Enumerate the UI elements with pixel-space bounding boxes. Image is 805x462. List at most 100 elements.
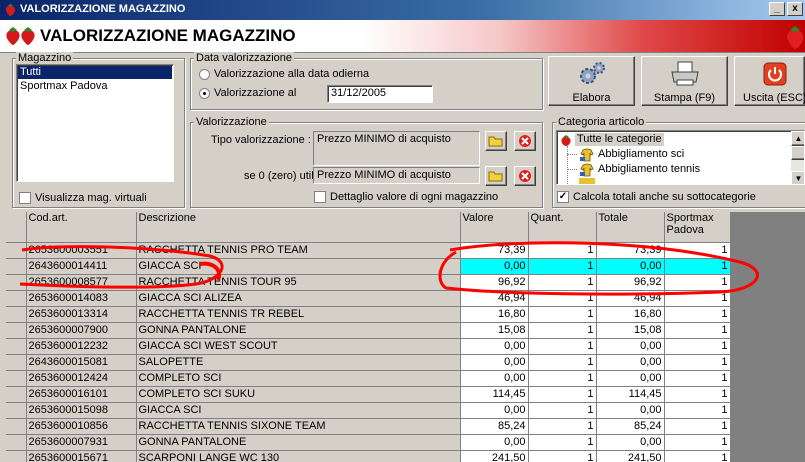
radio-data-odierna[interactable] (199, 69, 210, 80)
column-header-quant[interactable]: Quant. (528, 212, 597, 243)
table-row[interactable]: 2653600016101 COMPLETO SCI SUKU 114,45 1 114… (6, 386, 731, 403)
categoria-tree[interactable]: Tutte le categorie Abbigliamento sci Abb… (556, 130, 805, 185)
cell-sportmax-padova[interactable]: 1 (664, 322, 731, 339)
dettaglio-magazzino-checkbox[interactable] (314, 191, 326, 203)
cell-totale[interactable]: 0,00 (596, 354, 665, 371)
tipo-valorizzazione-field[interactable]: Prezzo MINIMO di acquisto (313, 131, 480, 166)
column-header-codart[interactable]: Cod.art. (26, 212, 137, 243)
cell-descrizione[interactable]: GIACCA SCI WEST SCOUT (136, 338, 461, 355)
table-row[interactable]: 2653600012424 COMPLETO SCI 0,00 1 0,00 1 (6, 370, 731, 387)
cell-totale[interactable]: 0,00 (596, 258, 665, 275)
cell-totale[interactable]: 16,80 (596, 306, 665, 323)
cell-totale[interactable]: 0,00 (596, 338, 665, 355)
table-row[interactable]: 2653600014083 GIACCA SCI ALIZEA 46,94 1 46,9… (6, 290, 731, 307)
cell-valore[interactable]: 85,24 (460, 418, 529, 435)
row-indicator[interactable] (6, 338, 27, 355)
zero-clear-button[interactable] (514, 166, 536, 186)
cell-sportmax-padova[interactable]: 1 (664, 258, 731, 275)
cell-sportmax-padova[interactable]: 1 (664, 450, 731, 462)
cell-codart[interactable]: 2653600016101 (26, 386, 137, 403)
magazzino-item-tutti[interactable]: Tutti (18, 66, 172, 79)
cell-codart[interactable]: 2653600013314 (26, 306, 137, 323)
cell-sportmax-padova[interactable]: 1 (664, 354, 731, 371)
cell-descrizione[interactable]: RACCHETTA TENNIS TR REBEL (136, 306, 461, 323)
row-indicator[interactable] (6, 290, 27, 307)
row-indicator[interactable] (6, 402, 27, 419)
cell-quant[interactable]: 1 (528, 322, 597, 339)
cell-totale[interactable]: 0,00 (596, 402, 665, 419)
row-indicator[interactable] (6, 354, 27, 371)
articles-grid[interactable]: Cod.art. Descrizione Valore Quant. Total… (6, 212, 805, 462)
cell-descrizione[interactable]: SALOPETTE (136, 354, 461, 371)
tipo-clear-button[interactable] (514, 131, 536, 151)
cell-sportmax-padova[interactable]: 1 (664, 306, 731, 323)
cell-descrizione[interactable]: GIACCA SCI (136, 258, 461, 275)
cell-codart[interactable]: 2653600015098 (26, 402, 137, 419)
cell-descrizione[interactable]: RACCHETTA TENNIS PRO TEAM (136, 242, 461, 259)
virtual-magazzini-checkbox[interactable] (19, 192, 31, 204)
cell-totale[interactable]: 0,00 (596, 370, 665, 387)
cell-descrizione[interactable]: GONNA PANTALONE (136, 434, 461, 451)
row-indicator[interactable] (6, 258, 27, 275)
cell-codart[interactable]: 2653600015671 (26, 450, 137, 462)
cell-totale[interactable]: 46,94 (596, 290, 665, 307)
cell-valore[interactable]: 16,80 (460, 306, 529, 323)
cell-descrizione[interactable]: RACCHETTA TENNIS SIXONE TEAM (136, 418, 461, 435)
table-row[interactable]: 2643600015081 SALOPETTE 0,00 1 0,00 1 (6, 354, 731, 371)
cell-codart[interactable]: 2653600007900 (26, 322, 137, 339)
tree-scrollbar[interactable]: ▲ ▼ (791, 131, 804, 184)
table-row[interactable]: 2653600007900 GONNA PANTALONE 15,08 1 15,08 1 (6, 322, 731, 339)
cell-totale[interactable]: 73,39 (596, 242, 665, 259)
date-field[interactable]: 31/12/2005 (327, 85, 433, 103)
cell-sportmax-padova[interactable]: 1 (664, 386, 731, 403)
column-header-descrizione[interactable]: Descrizione (136, 212, 461, 243)
cell-quant[interactable]: 1 (528, 306, 597, 323)
minimize-button[interactable]: _ (769, 2, 785, 16)
column-header-totale[interactable]: Totale (596, 212, 665, 243)
cell-descrizione[interactable]: SCARPONI LANGE WC 130 (136, 450, 461, 462)
cell-sportmax-padova[interactable]: 1 (664, 290, 731, 307)
cell-quant[interactable]: 1 (528, 386, 597, 403)
table-row[interactable]: 2653600003551 RACCHETTA TENNIS PRO TEAM 73… (6, 242, 731, 259)
elabora-button[interactable]: Elabora (548, 56, 635, 106)
cell-quant[interactable]: 1 (528, 290, 597, 307)
stampa-button[interactable]: Stampa (F9) (641, 56, 728, 106)
cell-quant[interactable]: 1 (528, 354, 597, 371)
cell-codart[interactable]: 2643600015081 (26, 354, 137, 371)
cell-valore[interactable]: 73,39 (460, 242, 529, 259)
cell-descrizione[interactable]: RACCHETTA TENNIS TOUR 95 (136, 274, 461, 291)
uscita-button[interactable]: Uscita (ESC) (734, 56, 805, 106)
cell-codart[interactable]: 2643600014411 (26, 258, 137, 275)
magazzino-list[interactable]: Tutti Sportmax Padova (16, 64, 174, 182)
cell-descrizione[interactable]: COMPLETO SCI (136, 370, 461, 387)
cell-sportmax-padova[interactable]: 1 (664, 274, 731, 291)
cell-codart[interactable]: 2653600008577 (26, 274, 137, 291)
cell-quant[interactable]: 1 (528, 338, 597, 355)
column-header-sportmax-padova[interactable]: Sportmax Padova (664, 212, 731, 243)
cell-valore[interactable]: 0,00 (460, 434, 529, 451)
cell-valore[interactable]: 46,94 (460, 290, 529, 307)
cell-codart[interactable]: 2653600010856 (26, 418, 137, 435)
magazzino-item-sportmax-padova[interactable]: Sportmax Padova (18, 80, 172, 93)
cell-descrizione[interactable]: GIACCA SCI (136, 402, 461, 419)
calcola-sottocategorie-checkbox[interactable]: ✓ (557, 191, 569, 203)
cell-sportmax-padova[interactable]: 1 (664, 418, 731, 435)
table-row[interactable]: 2653600010856 RACCHETTA TENNIS SIXONE TEA… (6, 418, 731, 435)
row-indicator[interactable] (6, 274, 27, 291)
table-row[interactable]: 2643600014411 GIACCA SCI 0,00 1 0,00 1 (6, 258, 731, 275)
cell-quant[interactable]: 1 (528, 402, 597, 419)
cell-codart[interactable]: 2653600012232 (26, 338, 137, 355)
cell-sportmax-padova[interactable]: 1 (664, 434, 731, 451)
row-indicator[interactable] (6, 418, 27, 435)
cell-totale[interactable]: 96,92 (596, 274, 665, 291)
scroll-down-arrow-icon[interactable]: ▼ (791, 171, 804, 184)
cell-descrizione[interactable]: GIACCA SCI ALIZEA (136, 290, 461, 307)
articles-table[interactable]: Cod.art. Descrizione Valore Quant. Total… (6, 212, 731, 462)
scroll-thumb[interactable] (791, 146, 804, 160)
cell-quant[interactable]: 1 (528, 258, 597, 275)
cell-codart[interactable]: 2653600003551 (26, 242, 137, 259)
close-window-button[interactable]: x (787, 2, 803, 16)
cell-totale[interactable]: 15,08 (596, 322, 665, 339)
cell-descrizione[interactable]: COMPLETO SCI SUKU (136, 386, 461, 403)
row-indicator[interactable] (6, 322, 27, 339)
